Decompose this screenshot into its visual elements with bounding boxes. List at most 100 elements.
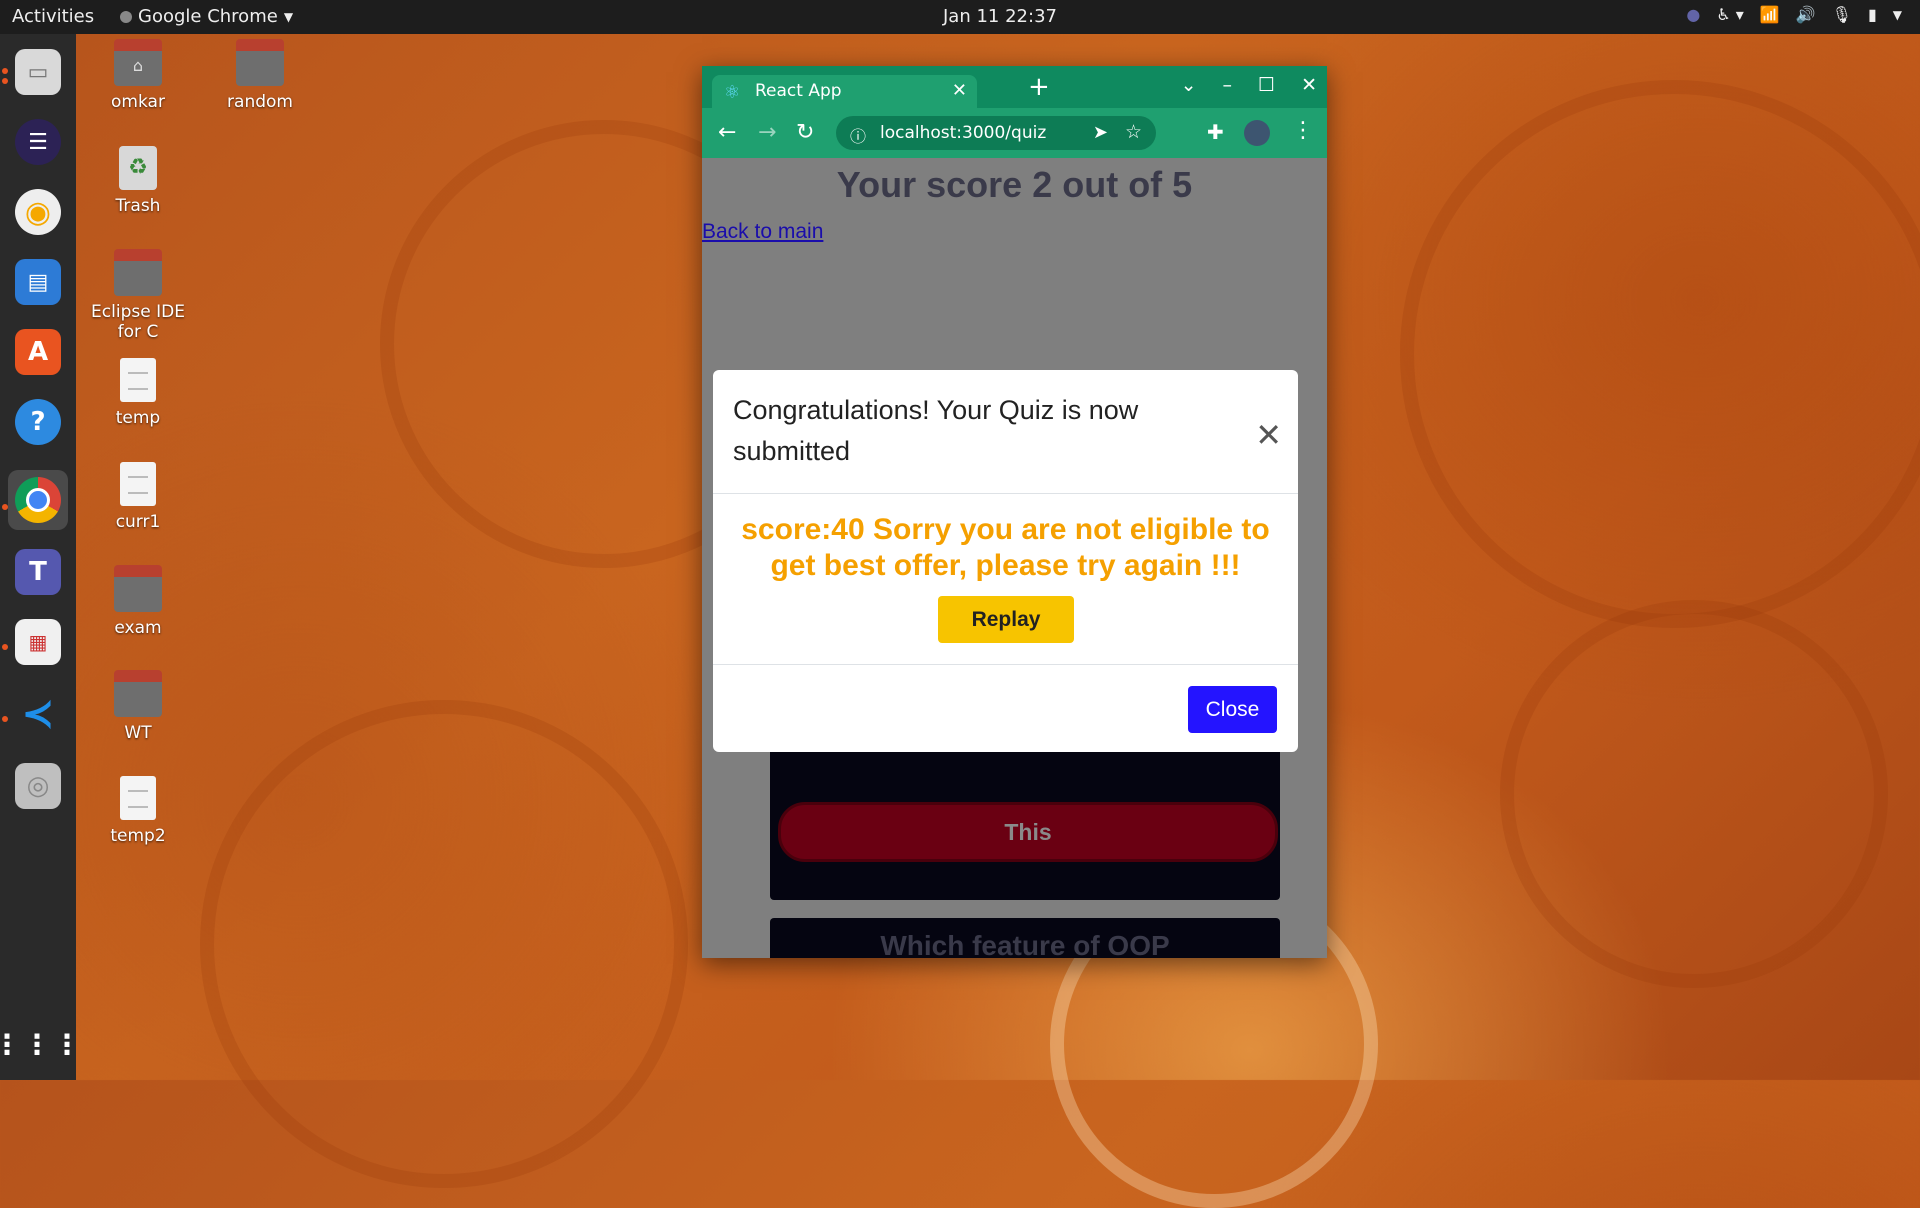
text-file-icon	[120, 358, 156, 402]
wifi-icon: 📶	[1759, 5, 1780, 24]
wallpaper-swirl	[200, 700, 688, 1188]
desktop-icon-label: Eclipse IDE for C	[91, 302, 185, 342]
desktop-icon-wt[interactable]: WT	[83, 670, 193, 743]
tab-title: React App	[755, 81, 842, 101]
eclipse-icon: ☰	[15, 119, 61, 165]
eclipse-dock-item[interactable]: ☰	[8, 112, 68, 172]
home-folder-icon: ⌂	[114, 39, 162, 86]
address-bar-url: localhost:3000/quiz	[880, 123, 1047, 143]
activities-button[interactable]: Activities	[12, 6, 94, 27]
volume-icon: 🔊	[1795, 5, 1816, 24]
replay-button[interactable]: Replay	[938, 596, 1074, 643]
writer-dock-item[interactable]: ▤	[8, 252, 68, 312]
disc-dock-item[interactable]: ◎	[8, 756, 68, 816]
desktop-icon-label: curr1	[115, 512, 161, 532]
score-message: score:40 Sorry you are not eligible to g…	[741, 513, 1270, 582]
site-info-icon[interactable]: ⓘ	[850, 123, 866, 147]
desktop-icon-exam[interactable]: exam	[83, 565, 193, 638]
desktop-icon-temp2[interactable]: temp2	[83, 776, 193, 846]
new-tab-icon[interactable]: +	[1028, 72, 1050, 102]
close-window-icon[interactable]: ✕	[1301, 74, 1317, 96]
folder-icon	[114, 565, 162, 612]
quiz-submitted-modal: Congratulations! Your Quiz is now submit…	[713, 370, 1298, 752]
accessibility-icon[interactable]: ♿︎ ▾	[1716, 5, 1743, 24]
chevron-down-icon: ▼	[283, 9, 294, 24]
dock: ▭ ☰ ◉ ▤ A ? T ▦ ≺ ◎ ⋮⋮⋮	[0, 34, 83, 1080]
desktop-icon-trash[interactable]: ♻ Trash	[83, 146, 193, 216]
text-file-icon	[120, 776, 156, 820]
back-to-main-link[interactable]: Back to main	[702, 220, 823, 244]
modal-divider	[713, 664, 1298, 665]
desktop-icon-label: temp	[115, 408, 161, 428]
google-chrome-icon	[15, 477, 61, 523]
tab-search-chevron-icon[interactable]: ⌄	[1181, 74, 1197, 96]
desktop-icon-random[interactable]: random	[205, 39, 315, 112]
app-menu[interactable]: Google Chrome ▼	[120, 6, 293, 27]
forward-arrow-icon[interactable]: →	[758, 120, 776, 145]
question-card-next: Which feature of OOP	[770, 918, 1280, 958]
microsoft-teams-icon: T	[15, 549, 61, 595]
desktop-icon-eclipse-ide[interactable]: Eclipse IDE for C	[83, 249, 193, 342]
help-dock-item[interactable]: ?	[8, 392, 68, 452]
document-viewer-icon: ▦	[15, 619, 61, 665]
question-card: This	[770, 728, 1280, 900]
chrome-menu-kebab-icon[interactable]: ⋮	[1292, 118, 1314, 143]
trash-icon: ♻	[119, 146, 157, 190]
show-apps-dock-item[interactable]: ⋮⋮⋮	[0, 1014, 83, 1074]
document-viewer-dock-item[interactable]: ▦	[8, 612, 68, 672]
rhythmbox-icon: ◉	[15, 189, 61, 235]
tab-close-icon[interactable]: ✕	[952, 80, 967, 101]
chrome-icon	[120, 10, 132, 23]
desktop-icon-label: random	[227, 92, 293, 112]
app-grid-icon: ⋮⋮⋮	[0, 1027, 83, 1061]
minimize-icon[interactable]: –	[1223, 74, 1233, 96]
desktop-icon-label: exam	[114, 618, 162, 638]
reload-icon[interactable]: ↻	[796, 120, 814, 145]
vscode-dock-item[interactable]: ≺	[8, 684, 68, 744]
chrome-dock-item[interactable]	[8, 470, 68, 530]
modal-divider	[713, 493, 1298, 494]
system-menu-chevron-icon[interactable]: ▼	[1893, 8, 1902, 22]
close-button[interactable]: Close	[1188, 686, 1277, 733]
software-dock-item[interactable]: A	[8, 322, 68, 382]
files-icon: ▭	[15, 49, 61, 95]
battery-icon: ▮	[1867, 5, 1877, 24]
react-favicon-icon: ⚛	[724, 82, 741, 103]
desktop-icon-omkar[interactable]: ⌂ omkar	[83, 39, 193, 112]
score-heading: Your score 2 out of 5	[836, 164, 1193, 205]
folder-icon	[114, 249, 162, 296]
teams-tray-icon[interactable]: ●	[1686, 5, 1700, 24]
extensions-puzzle-icon[interactable]: ✚	[1207, 120, 1224, 144]
rhythmbox-dock-item[interactable]: ◉	[8, 182, 68, 242]
vscode-icon: ≺	[21, 691, 55, 737]
folder-icon	[114, 670, 162, 717]
files-dock-item[interactable]: ▭	[8, 42, 68, 102]
address-bar[interactable]: ⓘ localhost:3000/quiz ➤ ☆	[836, 116, 1156, 150]
tab-react-app[interactable]: ⚛ React App ✕	[712, 75, 977, 108]
profile-avatar[interactable]	[1244, 120, 1270, 146]
wallpaper-swirl	[1400, 80, 1920, 628]
browser-toolbar: ← → ↻ ⓘ localhost:3000/quiz ➤ ☆ ✚ ⋮	[702, 108, 1327, 158]
desktop-icon-label: omkar	[111, 92, 165, 112]
desktop-icon-curr1[interactable]: curr1	[83, 462, 193, 532]
modal-close-icon[interactable]: ✕	[1255, 416, 1282, 454]
maximize-icon[interactable]: ☐	[1258, 74, 1275, 96]
desktop-icon-label: Trash	[115, 196, 161, 216]
libreoffice-writer-icon: ▤	[15, 259, 61, 305]
question-text: Which feature of OOP	[880, 930, 1170, 958]
app-menu-label: Google Chrome	[138, 6, 278, 27]
ubuntu-software-icon: A	[15, 329, 61, 375]
answer-option-this[interactable]: This	[778, 802, 1278, 862]
clock[interactable]: Jan 11 22:37	[943, 6, 1057, 27]
desktop-icon-label: WT	[124, 723, 152, 743]
modal-title: Congratulations! Your Quiz is now submit…	[733, 395, 1139, 466]
back-arrow-icon[interactable]: ←	[718, 120, 736, 145]
desktop-icon-temp[interactable]: temp	[83, 358, 193, 428]
bookmark-star-icon[interactable]: ☆	[1125, 121, 1142, 143]
system-tray[interactable]: ● ♿︎ ▾ 📶 🔊 🎙 ▮ ▼	[1686, 5, 1902, 24]
send-tab-icon[interactable]: ➤	[1093, 122, 1108, 143]
microphone-icon: 🎙	[1831, 5, 1852, 24]
window-controls: ⌄ – ☐ ✕	[1181, 74, 1317, 96]
teams-dock-item[interactable]: T	[8, 542, 68, 602]
top-bar: Activities Google Chrome ▼ Jan 11 22:37 …	[0, 0, 1920, 34]
